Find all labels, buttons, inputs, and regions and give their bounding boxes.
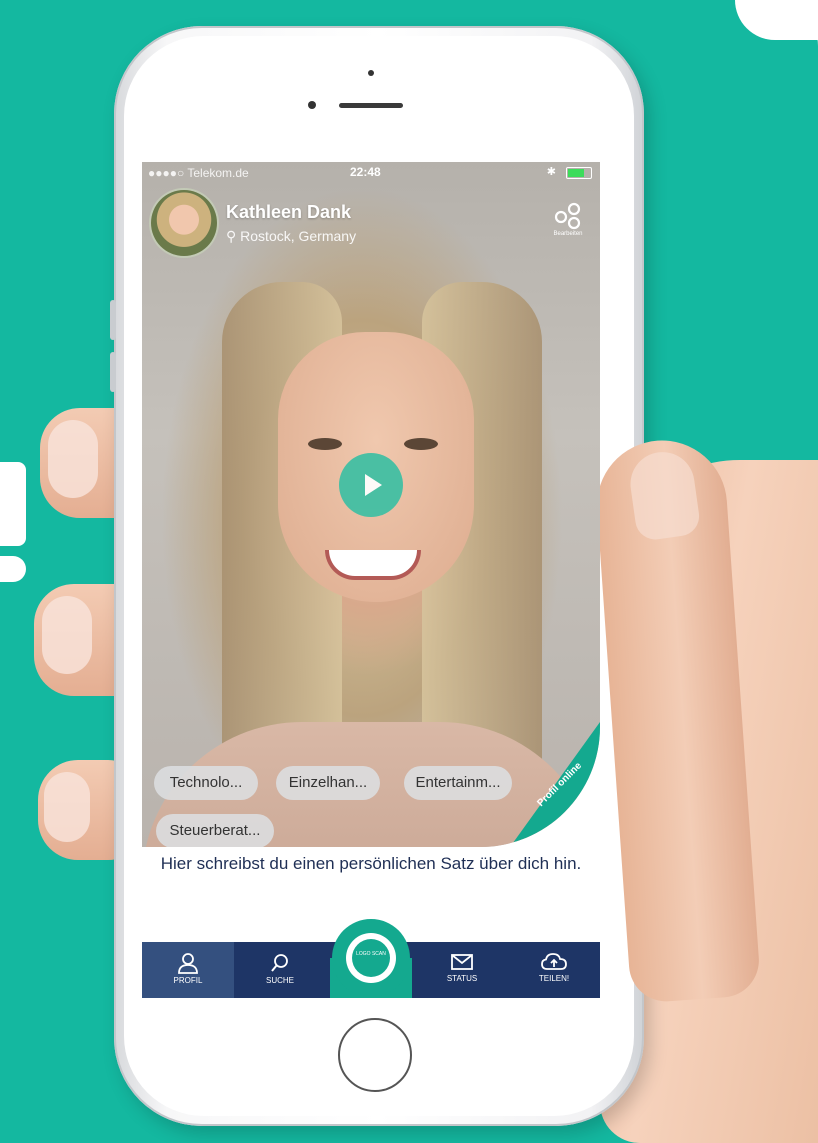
logo-scan-button[interactable]: LOGO SCAN (332, 919, 410, 997)
proximity-sensor (368, 70, 374, 76)
gear-icon (554, 202, 581, 230)
location-text: Rostock, Germany (240, 228, 357, 244)
scan-ring: LOGO SCAN (346, 933, 396, 983)
tag-chip-1[interactable]: Technolo... (154, 766, 258, 800)
tab-status-label: STATUS (446, 974, 478, 983)
status-bar: ●●●●○ Telekom.de 22:48 ✱ (142, 162, 600, 184)
cloud-upload-icon (541, 953, 567, 970)
scan-label: LOGO SCAN (352, 939, 390, 977)
avatar[interactable] (149, 188, 219, 258)
profile-name: Kathleen Dank (226, 202, 352, 222)
tab-teilen-label: TEILEN! (538, 974, 570, 983)
fingernail-3 (44, 772, 90, 842)
tab-profil-label: PROFIL (173, 976, 203, 985)
edit-label: Bearbeiten (553, 231, 583, 237)
exclamation-mark (0, 462, 28, 582)
profile-video[interactable]: ●●●●○ Telekom.de 22:48 ✱ Kathleen Dank ⚲… (142, 162, 600, 847)
app-screen: ●●●●○ Telekom.de 22:48 ✱ Kathleen Dank ⚲… (142, 162, 600, 1000)
video-eye-left (308, 438, 342, 450)
tag-chip-3[interactable]: Entertainm... (404, 766, 512, 800)
search-icon (271, 954, 288, 972)
bluetooth-icon: ✱ (546, 166, 556, 178)
video-smile (325, 550, 421, 580)
mail-icon (451, 954, 473, 970)
location-pin-icon: ⚲ (226, 228, 237, 244)
front-camera (308, 101, 316, 109)
tab-status[interactable]: STATUS (416, 942, 508, 998)
volume-down-button (110, 352, 116, 392)
home-button[interactable] (338, 1018, 412, 1092)
earpiece-speaker (339, 103, 403, 108)
tag-chip-4[interactable]: Steuerberat... (156, 814, 274, 847)
profile-location: ⚲ Rostock, Germany (226, 228, 356, 245)
carrier-label: ●●●●○ Telekom.de (148, 166, 249, 180)
clock: 22:48 (350, 165, 381, 179)
tag-chip-2[interactable]: Einzelhan... (276, 766, 380, 800)
about-text: Hier schreibst du einen persönlichen Sat… (142, 847, 600, 914)
volume-up-button (110, 300, 116, 340)
user-icon (178, 953, 198, 974)
battery-icon (566, 167, 592, 179)
fingernail-2 (42, 596, 92, 674)
edit-profile-button[interactable]: Bearbeiten (548, 200, 588, 244)
tab-suche-label: SUCHE (265, 976, 294, 985)
play-icon[interactable] (339, 453, 403, 517)
video-eye-right (404, 438, 438, 450)
tab-teilen[interactable]: TEILEN! (508, 942, 600, 998)
tab-profil[interactable]: PROFIL (142, 942, 234, 998)
fingernail-1 (48, 420, 98, 498)
tab-suche[interactable]: SUCHE (234, 942, 326, 998)
